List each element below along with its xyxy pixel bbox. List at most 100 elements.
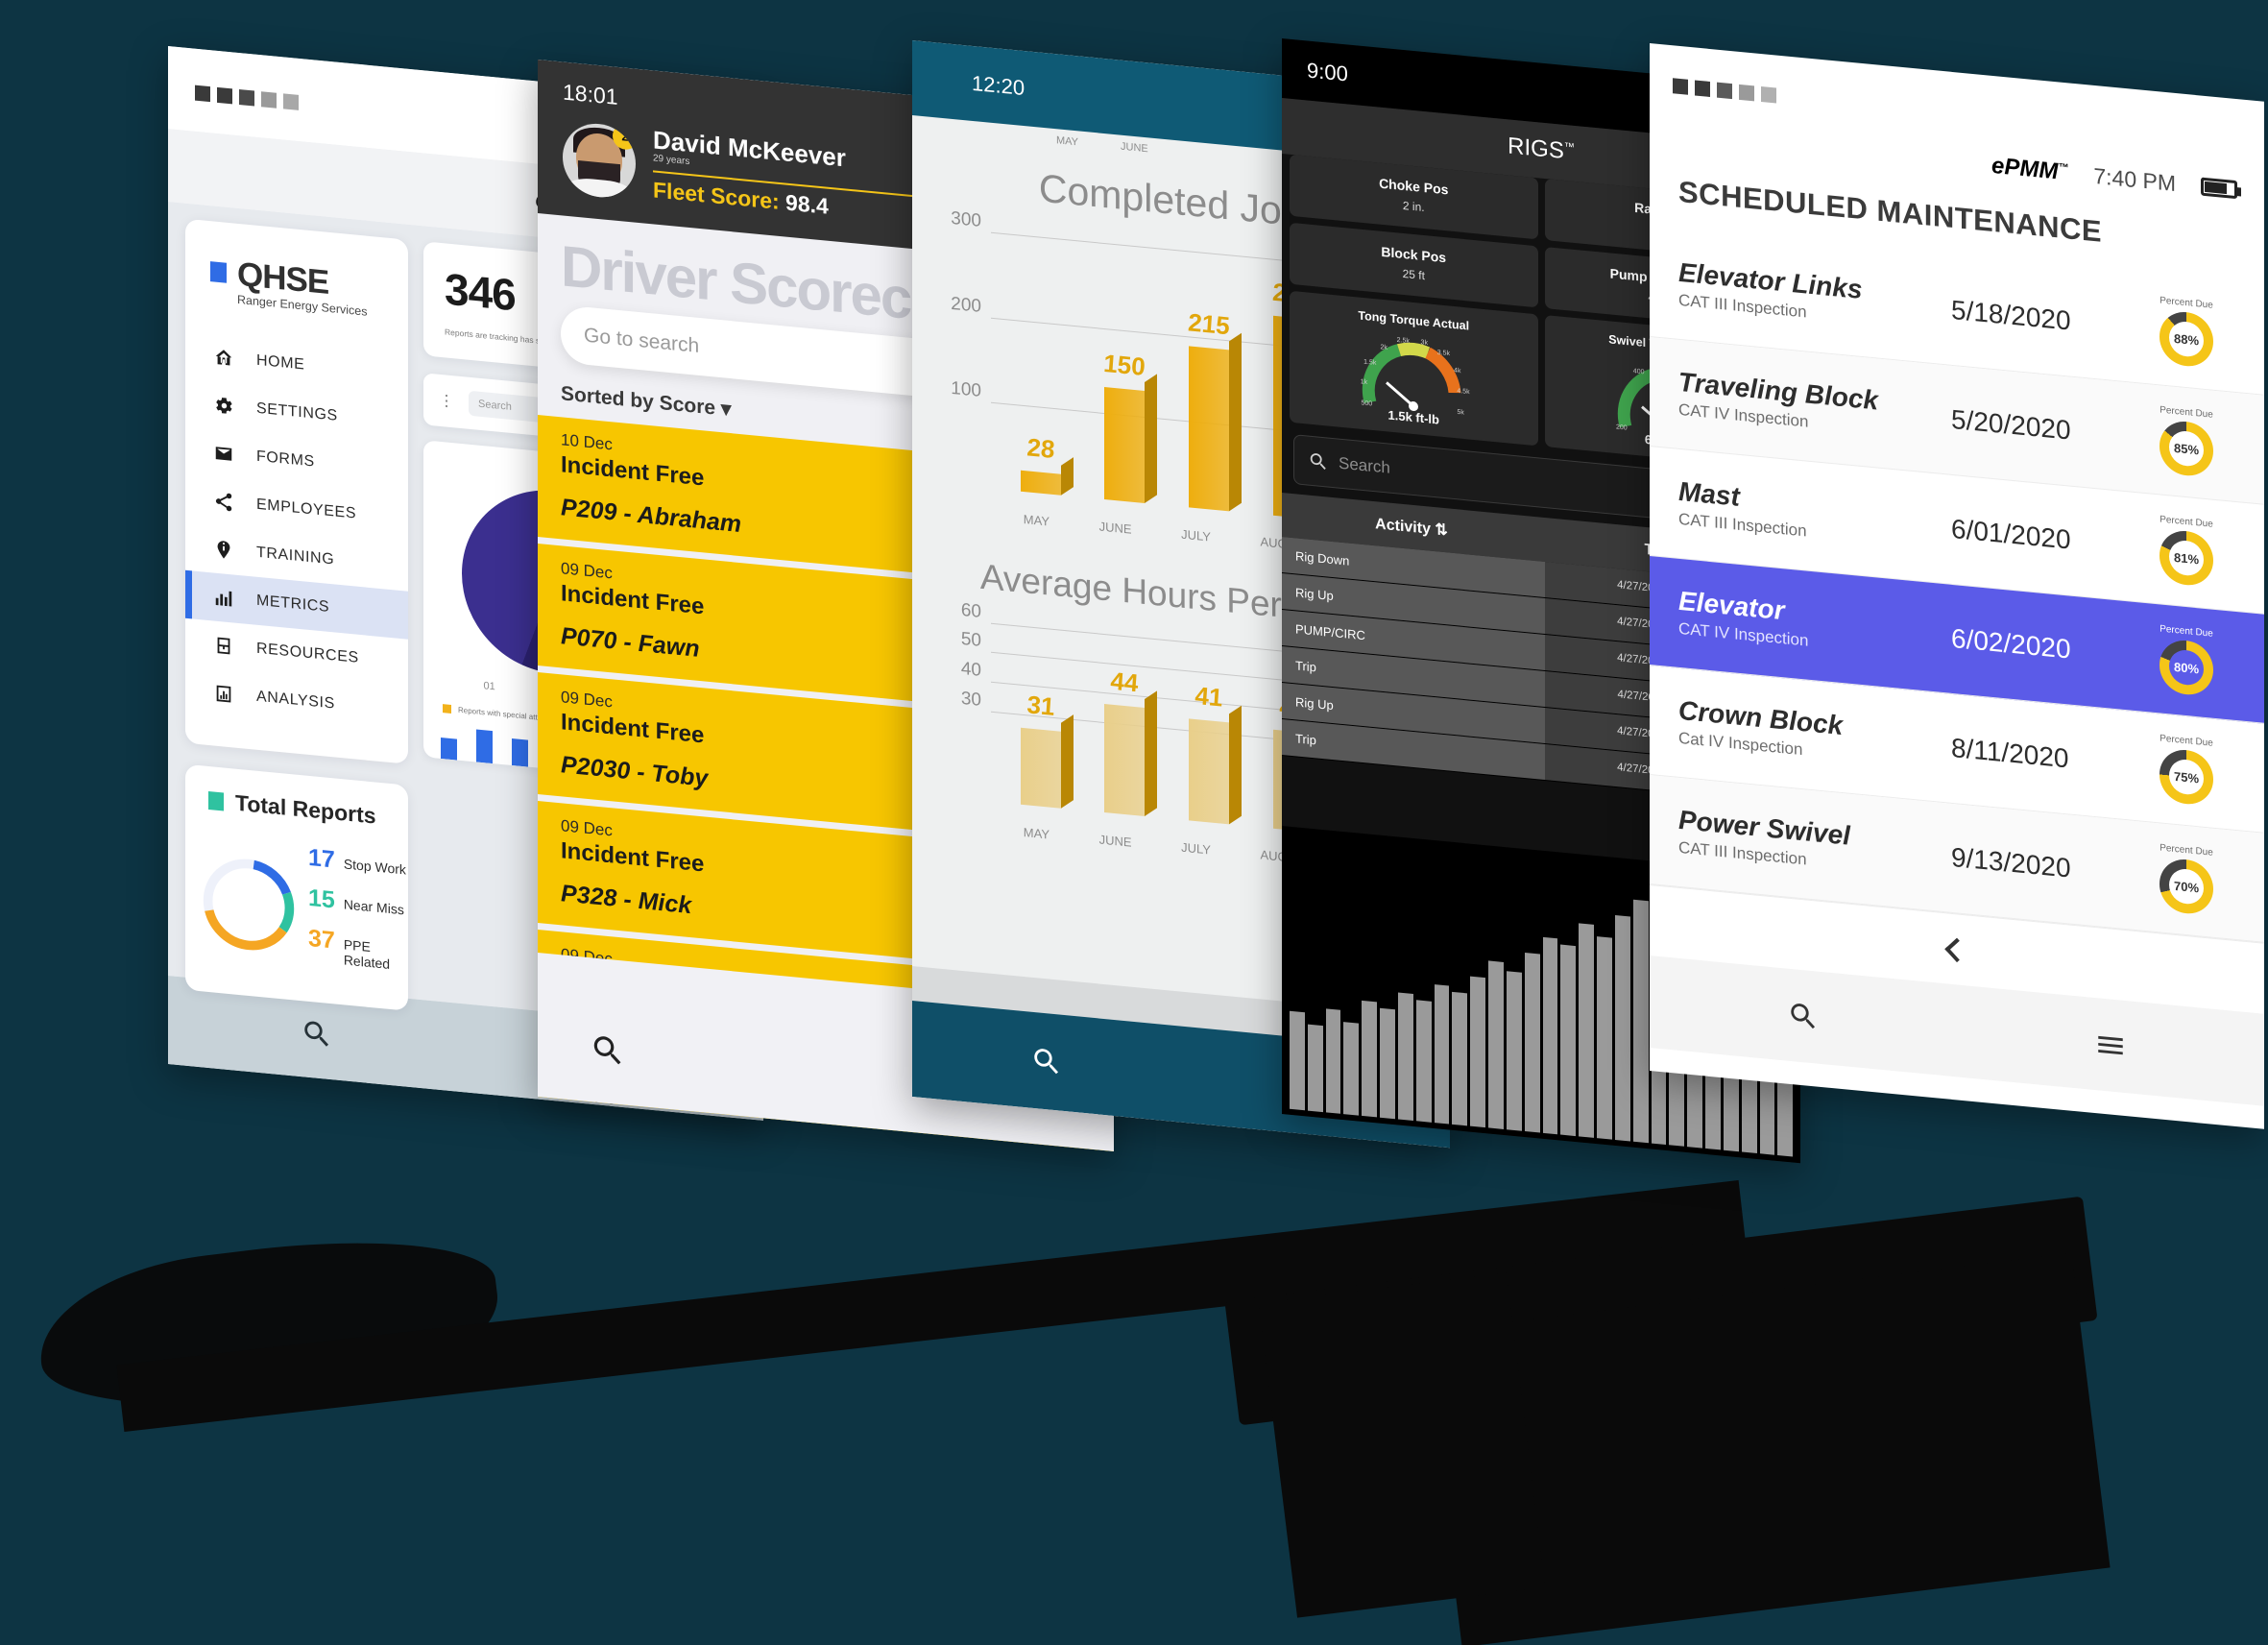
y-axis-1: 100 200 300	[937, 207, 987, 488]
avatar[interactable]: 2	[563, 120, 636, 201]
chevron-left-icon[interactable]	[1944, 937, 1969, 962]
gauge-tick: 1.5k	[1363, 358, 1377, 367]
percent-due-ring: 88%	[2159, 309, 2213, 369]
x-tick: JUNE	[1098, 832, 1132, 850]
sidebar-item-label: METRICS	[256, 592, 330, 617]
percent-due-label: Percent Due	[2159, 514, 2213, 530]
fleet-score-value: 98.4	[785, 189, 829, 220]
percent-due-label: Percent Due	[2159, 842, 2213, 859]
x-tick: JULY	[1181, 839, 1211, 858]
signal-dots-icon	[195, 85, 299, 110]
sidebar-item-label: TRAINING	[256, 544, 335, 568]
y-tick: 40	[960, 659, 981, 682]
sidebar-item-label: ANALYSIS	[256, 688, 335, 713]
sidebar: QHSE Ranger Energy Services HOME SETTINGS…	[168, 202, 408, 1011]
chevron-down-icon[interactable]: ▾	[721, 398, 732, 421]
percent-due-value: 70%	[2173, 878, 2200, 895]
due-date: 5/18/2020	[1951, 294, 2071, 336]
bar-value: 31	[1025, 689, 1056, 722]
spark-bar	[1325, 1008, 1341, 1114]
spark-bar	[1290, 1010, 1305, 1111]
percent-due-ring: 80%	[2159, 638, 2213, 697]
trademark: ™	[1563, 140, 1575, 154]
search-icon[interactable]	[590, 1030, 626, 1071]
mini-bar	[512, 738, 528, 767]
sort-label[interactable]: Sorted by Score	[561, 383, 715, 420]
legend-count: 15	[308, 884, 335, 914]
mini-bar	[441, 738, 457, 761]
signal-dots-icon	[1673, 78, 1776, 104]
search-icon[interactable]	[301, 1016, 333, 1052]
legend-item: 15 Near Miss	[308, 884, 408, 922]
gear-icon	[212, 394, 235, 419]
spark-bar	[1380, 1007, 1395, 1120]
spark-bar	[1506, 971, 1522, 1131]
spark-bar	[1597, 936, 1612, 1140]
x-tick: MAY	[1023, 824, 1050, 842]
spark-bar	[1452, 991, 1468, 1126]
legend-label: PPE Related	[343, 936, 391, 973]
gauge-tile[interactable]: Tong Torque Actual 500 1k 1.5k 2k 2.5k 3k 3.5k 4…	[1290, 290, 1538, 447]
y-axis-2: 30 40 50 60	[937, 599, 987, 801]
spark-bar	[1488, 960, 1504, 1129]
x-tick: MAY	[1023, 511, 1050, 529]
due-date: 6/01/2020	[1951, 513, 2071, 555]
bar: 44	[1104, 665, 1146, 817]
gauge-tick: 400	[1632, 368, 1645, 376]
gauge-tick: 200	[1616, 423, 1628, 432]
search-placeholder[interactable]: Go to search	[584, 325, 699, 358]
home-icon	[212, 346, 235, 371]
percent-due-value: 75%	[2173, 768, 2200, 786]
gauge-tick: 4.5k	[1457, 387, 1470, 397]
legend-count: 17	[308, 844, 335, 874]
sidebar-item-label: FORMS	[256, 448, 315, 471]
gauge-tick: 500	[1361, 399, 1373, 408]
search-icon[interactable]	[1787, 999, 1820, 1034]
search-icon[interactable]	[1308, 450, 1329, 473]
trademark: ™	[2058, 161, 2069, 175]
y-tick: 50	[960, 629, 981, 652]
reports-donut-chart	[203, 859, 295, 951]
logo-mark-icon	[210, 261, 227, 283]
due-date: 8/11/2020	[1951, 732, 2069, 773]
bar: 41	[1188, 681, 1229, 825]
reports-legend: 17 Stop Work 15 Near Miss 37 PPE Related	[308, 844, 408, 986]
hamburger-icon[interactable]	[2094, 1028, 2127, 1063]
row-date: 09 Dec	[561, 1421, 613, 1446]
composite-stage: ePMM™ 7:40 PM QHSE Ranger Energy Service…	[0, 0, 2268, 1645]
spark-bar	[1343, 1022, 1360, 1116]
spark-bar	[1397, 992, 1413, 1121]
spark-bar	[1470, 976, 1486, 1128]
gauge-tick: 2.5k	[1396, 337, 1410, 346]
due-date: 5/20/2020	[1951, 403, 2071, 446]
maintenance-list: Elevator Links CAT III Inspection 5/18/202…	[1650, 228, 2264, 943]
y-tick: 30	[960, 689, 981, 712]
avatar-shirt	[568, 176, 630, 201]
sidebar-item-label: EMPLOYEES	[256, 496, 357, 522]
bar: 150	[1103, 349, 1146, 504]
gauge-tick: 5k	[1457, 408, 1464, 417]
legend-swatch-icon	[443, 704, 451, 714]
due-date: 9/13/2020	[1951, 841, 2071, 883]
kebab-menu-icon[interactable]: ⋮	[439, 391, 455, 412]
bar-chart-icon	[212, 586, 235, 611]
percent-due-ring: 75%	[2159, 747, 2213, 807]
gauge-tick: 4k	[1454, 367, 1461, 375]
spark-bar	[1632, 899, 1649, 1144]
y-tick: 300	[951, 207, 981, 231]
mini-bar	[476, 729, 493, 764]
legend-item: 37 PPE Related	[308, 925, 408, 974]
spark-bar	[1362, 1000, 1378, 1118]
gauge-tick: 2k	[1380, 344, 1387, 352]
search-icon[interactable]	[1030, 1044, 1063, 1079]
percent-due-label: Percent Due	[2159, 404, 2213, 421]
clock-label: 9:00	[1307, 58, 1348, 86]
bar-value: 28	[1025, 432, 1056, 465]
search-icon	[593, 1461, 621, 1468]
gauge-tick: 1k	[1360, 378, 1368, 386]
spark-bar	[1415, 1000, 1432, 1123]
bar-value: 215	[1187, 307, 1231, 341]
x-tick: JUNE	[1098, 519, 1132, 537]
epmm-app-screen[interactable]: ePMM™ 7:40 PM SCHEDULED MAINTENANCE Elev…	[1650, 43, 2264, 1129]
month-tab[interactable]: MAY	[1056, 134, 1078, 148]
